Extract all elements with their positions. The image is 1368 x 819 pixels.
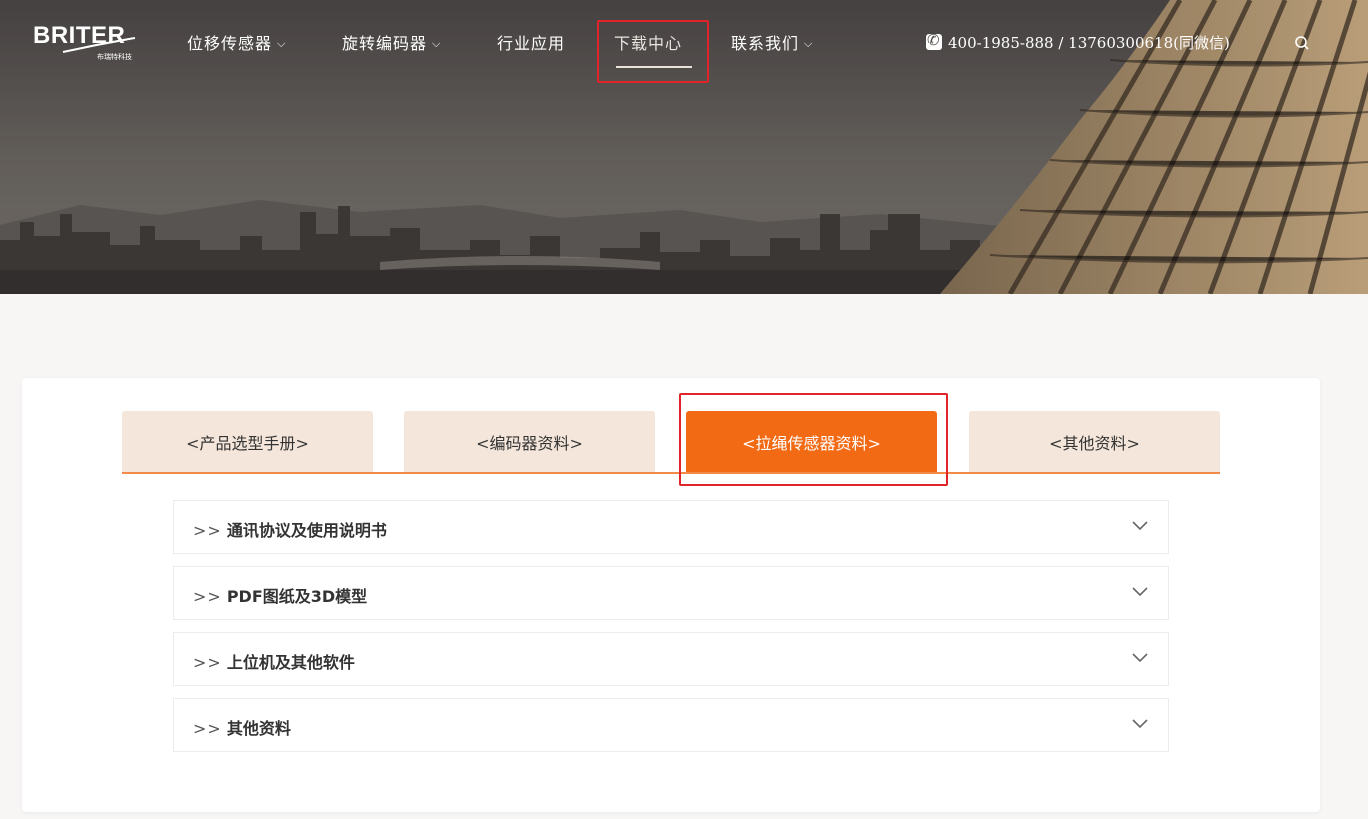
accordion-prefix: >>: [193, 719, 222, 738]
tab-label: <产品选型手册>: [186, 434, 309, 453]
accordion-item-protocol-manual[interactable]: >> 通讯协议及使用说明书: [173, 500, 1169, 554]
tab-label: <编码器资料>: [476, 434, 583, 453]
logo-subtitle: 布瑞特科技: [97, 53, 132, 61]
nav-item-label: 位移传感器: [187, 34, 273, 53]
highlight-box-nav: [597, 20, 709, 83]
chevron-down-icon: ⌵: [432, 37, 442, 50]
briter-logo[interactable]: BRITER 布瑞特科技: [33, 22, 153, 62]
chevron-down-icon[interactable]: [1132, 719, 1148, 729]
nav-item-label: 旋转编码器: [342, 34, 428, 53]
tab-product-selection-manual[interactable]: <产品选型手册>: [122, 411, 373, 473]
tab-label: <其他资料>: [1049, 434, 1140, 453]
chevron-down-icon: ⌵: [277, 37, 287, 50]
tab-other-materials[interactable]: <其他资料>: [969, 411, 1220, 473]
nav-item-label: 行业应用: [497, 34, 566, 53]
accordion-title: PDF图纸及3D模型: [226, 587, 368, 606]
accordion-item-other-materials[interactable]: >> 其他资料: [173, 698, 1169, 752]
accordion-label: >> 通讯协议及使用说明书: [193, 517, 387, 541]
accordion-item-host-software[interactable]: >> 上位机及其他软件: [173, 632, 1169, 686]
accordion-item-pdf-3d-models[interactable]: >> PDF图纸及3D模型: [173, 566, 1169, 620]
nav-item-contact-us[interactable]: 联系我们 ⌵: [731, 30, 813, 60]
top-navigation: BRITER 布瑞特科技 位移传感器 ⌵ 旋转编码器 ⌵ 行业应用 下载中心 联系我…: [0, 0, 1368, 90]
nav-item-rotary-encoder[interactable]: 旋转编码器 ⌵: [342, 30, 441, 60]
accordion-label: >> 其他资料: [193, 715, 291, 739]
accordion-label: >> PDF图纸及3D模型: [193, 583, 367, 607]
chevron-down-icon[interactable]: [1132, 521, 1148, 531]
search-icon[interactable]: [1294, 35, 1310, 51]
tab-encoder-materials[interactable]: <编码器资料>: [404, 411, 655, 473]
nav-item-displacement-sensor[interactable]: 位移传感器 ⌵: [187, 30, 286, 60]
tab-underline: [122, 472, 1220, 474]
contact-phone[interactable]: 400-1985-888 / 13760300618(同微信): [926, 31, 1230, 53]
accordion-label: >> 上位机及其他软件: [193, 649, 355, 673]
accordion-title: 通讯协议及使用说明书: [226, 521, 387, 540]
accordion-title: 其他资料: [226, 719, 291, 738]
accordion-prefix: >>: [193, 587, 222, 606]
chevron-down-icon[interactable]: [1132, 653, 1148, 663]
highlight-box-tab: [679, 393, 948, 486]
accordion-title: 上位机及其他软件: [226, 653, 355, 672]
chevron-down-icon[interactable]: [1132, 587, 1148, 597]
chevron-down-icon: ⌵: [804, 37, 814, 50]
accordion-prefix: >>: [193, 653, 222, 672]
nav-item-label: 联系我们: [731, 34, 800, 53]
nav-item-industry-applications[interactable]: 行业应用: [497, 30, 565, 60]
phone-number: 400-1985-888 / 13760300618(同微信): [948, 34, 1230, 52]
accordion-prefix: >>: [193, 521, 222, 540]
phone-icon: [926, 31, 942, 50]
